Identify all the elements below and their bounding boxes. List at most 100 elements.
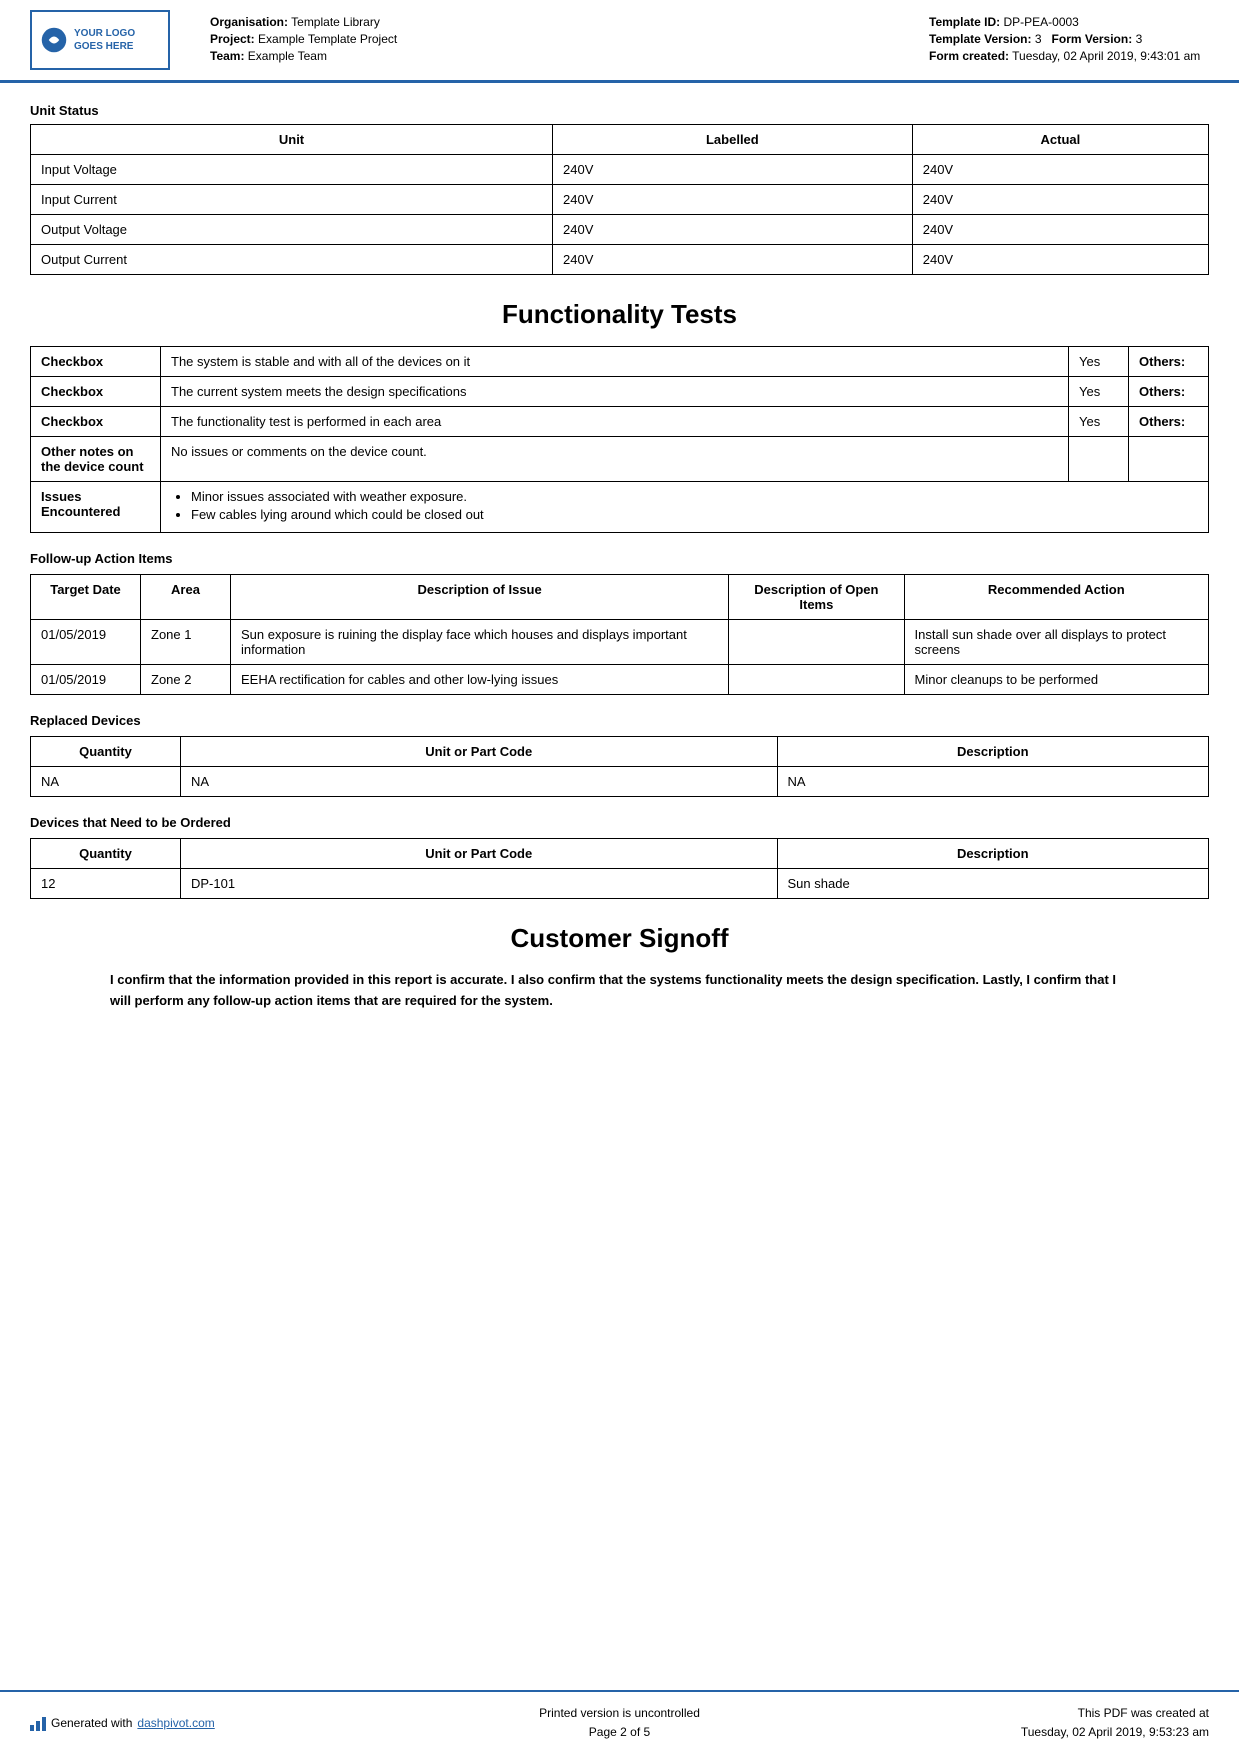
actual-col-header: Actual — [912, 125, 1208, 155]
footer-generated-label: Generated with — [51, 1716, 132, 1730]
page-footer: Generated with dashpivot.com Printed ver… — [0, 1690, 1239, 1754]
func-test-label: Checkbox — [31, 407, 161, 437]
func-test-value: Yes — [1069, 407, 1129, 437]
device-to-order-cell: Sun shade — [777, 869, 1208, 899]
follow-up-cell-description: EEHA rectification for cables and other … — [231, 665, 729, 695]
func-test-value — [1069, 437, 1129, 482]
unit-status-cell: 240V — [553, 155, 913, 185]
unit-status-cell: 240V — [912, 185, 1208, 215]
replaced-device-cell: NA — [181, 767, 778, 797]
func-test-others: Others: — [1129, 347, 1209, 377]
rd-part-code-header: Unit or Part Code — [181, 737, 778, 767]
footer-right-line2: Tuesday, 02 April 2019, 9:53:23 am — [816, 1723, 1209, 1742]
footer-center: Printed version is uncontrolled Page 2 o… — [423, 1704, 816, 1742]
page-header: YOUR LOGO GOES HERE Organisation: Templa… — [0, 0, 1239, 83]
unit-status-cell: Output Current — [31, 245, 553, 275]
devices-to-order-header-row: Quantity Unit or Part Code Description — [31, 839, 1209, 869]
func-test-row: CheckboxThe system is stable and with al… — [31, 347, 1209, 377]
bar3 — [42, 1717, 46, 1731]
customer-signoff-text: I confirm that the information provided … — [110, 970, 1129, 1012]
unit-status-cell: Input Current — [31, 185, 553, 215]
unit-status-cell: 240V — [912, 245, 1208, 275]
unit-status-cell: Output Voltage — [31, 215, 553, 245]
unit-status-cell: 240V — [912, 155, 1208, 185]
follow-up-cell-open_items — [729, 620, 904, 665]
dto-description-header: Description — [777, 839, 1208, 869]
follow-up-row: 01/05/2019Zone 2EEHA rectification for c… — [31, 665, 1209, 695]
logo-box: YOUR LOGO GOES HERE — [30, 10, 170, 70]
unit-status-cell: 240V — [553, 185, 913, 215]
area-header: Area — [141, 575, 231, 620]
follow-up-cell-recommended: Install sun shade over all displays to p… — [904, 620, 1208, 665]
follow-up-cell-area: Zone 1 — [141, 620, 231, 665]
customer-signoff-heading: Customer Signoff — [30, 923, 1209, 954]
functionality-tests-table: CheckboxThe system is stable and with al… — [30, 346, 1209, 533]
replaced-device-cell: NA — [31, 767, 181, 797]
unit-status-cell: 240V — [553, 215, 913, 245]
follow-up-cell-open_items — [729, 665, 904, 695]
func-test-description: No issues or comments on the device coun… — [161, 437, 1069, 482]
func-test-description: The system is stable and with all of the… — [161, 347, 1069, 377]
functionality-tests-heading: Functionality Tests — [30, 299, 1209, 330]
target-date-header: Target Date — [31, 575, 141, 620]
header-center: Organisation: Template Library Project: … — [190, 10, 909, 70]
team-line: Team: Example Team — [210, 49, 909, 63]
org-line: Organisation: Template Library — [210, 15, 909, 29]
replaced-device-cell: NA — [777, 767, 1208, 797]
footer-center-line1: Printed version is uncontrolled — [423, 1704, 816, 1723]
template-id-line: Template ID: DP-PEA-0003 — [929, 15, 1209, 29]
func-test-issues: Minor issues associated with weather exp… — [161, 482, 1209, 533]
func-test-others — [1129, 437, 1209, 482]
footer-center-line2: Page 2 of 5 — [423, 1723, 816, 1742]
device-to-order-row: 12DP-101Sun shade — [31, 869, 1209, 899]
description-open-header: Description of Open Items — [729, 575, 904, 620]
replaced-devices-header-row: Quantity Unit or Part Code Description — [31, 737, 1209, 767]
footer-right: This PDF was created at Tuesday, 02 Apri… — [816, 1704, 1209, 1742]
unit-status-cell: 240V — [553, 245, 913, 275]
header-right: Template ID: DP-PEA-0003 Template Versio… — [929, 10, 1209, 70]
follow-up-label: Follow-up Action Items — [30, 551, 1209, 566]
func-test-description: The functionality test is performed in e… — [161, 407, 1069, 437]
follow-up-cell-recommended: Minor cleanups to be performed — [904, 665, 1208, 695]
unit-status-row: Input Voltage240V240V — [31, 155, 1209, 185]
func-test-label: Checkbox — [31, 347, 161, 377]
unit-status-row: Input Current240V240V — [31, 185, 1209, 215]
rd-description-header: Description — [777, 737, 1208, 767]
unit-status-header-row: Unit Labelled Actual — [31, 125, 1209, 155]
func-test-row: CheckboxThe functionality test is perfor… — [31, 407, 1209, 437]
description-issue-header: Description of Issue — [231, 575, 729, 620]
replaced-devices-table: Quantity Unit or Part Code Description N… — [30, 736, 1209, 797]
footer-logo: Generated with dashpivot.com — [30, 1715, 215, 1731]
follow-up-cell-target_date: 01/05/2019 — [31, 665, 141, 695]
logo-icon — [40, 26, 68, 54]
func-test-description: The current system meets the design spec… — [161, 377, 1069, 407]
func-test-row: Other notes on the device countNo issues… — [31, 437, 1209, 482]
main-content: Unit Status Unit Labelled Actual Input V… — [0, 83, 1239, 1092]
form-created-line: Form created: Tuesday, 02 April 2019, 9:… — [929, 49, 1209, 63]
func-test-label: Checkbox — [31, 377, 161, 407]
footer-right-line1: This PDF was created at — [816, 1704, 1209, 1723]
unit-status-cell: 240V — [912, 215, 1208, 245]
devices-to-order-label: Devices that Need to be Ordered — [30, 815, 1209, 830]
replaced-device-row: NANANA — [31, 767, 1209, 797]
bar1 — [30, 1725, 34, 1731]
project-line: Project: Example Template Project — [210, 32, 909, 46]
follow-up-row: 01/05/2019Zone 1Sun exposure is ruining … — [31, 620, 1209, 665]
dashpivot-link[interactable]: dashpivot.com — [137, 1716, 214, 1730]
unit-status-cell: Input Voltage — [31, 155, 553, 185]
follow-up-header-row: Target Date Area Description of Issue De… — [31, 575, 1209, 620]
func-test-value: Yes — [1069, 347, 1129, 377]
func-test-others: Others: — [1129, 407, 1209, 437]
recommended-action-header: Recommended Action — [904, 575, 1208, 620]
device-to-order-cell: DP-101 — [181, 869, 778, 899]
unit-status-label: Unit Status — [30, 103, 1209, 118]
follow-up-cell-area: Zone 2 — [141, 665, 231, 695]
func-test-others: Others: — [1129, 377, 1209, 407]
follow-up-table: Target Date Area Description of Issue De… — [30, 574, 1209, 695]
unit-col-header: Unit — [31, 125, 553, 155]
follow-up-cell-description: Sun exposure is ruining the display face… — [231, 620, 729, 665]
devices-to-order-table: Quantity Unit or Part Code Description 1… — [30, 838, 1209, 899]
unit-status-table: Unit Labelled Actual Input Voltage240V24… — [30, 124, 1209, 275]
follow-up-cell-target_date: 01/05/2019 — [31, 620, 141, 665]
footer-bars-icon — [30, 1715, 46, 1731]
